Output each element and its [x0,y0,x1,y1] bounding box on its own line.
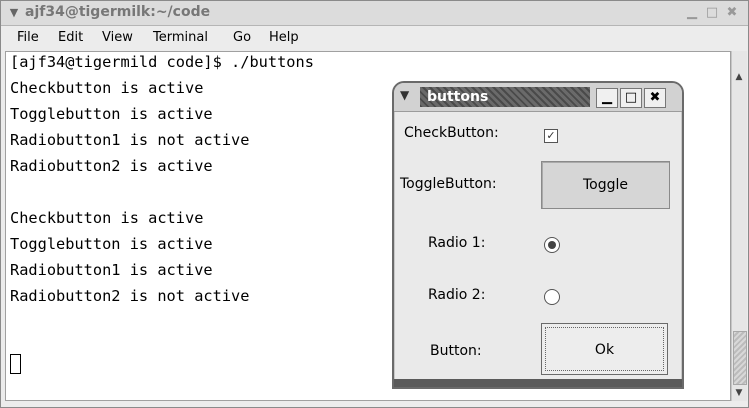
scrollbar-thumb[interactable] [733,331,747,385]
togglebutton-label: ToggleButton: [400,176,497,192]
menu-file[interactable]: File [17,30,39,45]
terminal-line: Checkbutton is active [10,79,204,97]
dialog-maximize-icon[interactable]: □ [620,88,642,108]
dialog-title: buttons [420,87,590,107]
menu-view[interactable]: View [102,30,133,45]
dialog-bottom-border [394,379,682,387]
toggle-button[interactable]: Toggle [541,161,670,209]
menu-edit[interactable]: Edit [58,30,83,45]
terminal-line: Togglebutton is active [10,105,213,123]
terminal-line: Togglebutton is active [10,235,213,253]
window-menu-icon[interactable]: ▼ [7,6,21,20]
radio-selected-dot [548,241,556,249]
checkbutton-label: CheckButton: [404,125,499,141]
window-titlebar[interactable]: ▼ ajf34@tigermilk:~/code ▁ □ ✖ [1,1,748,26]
vertical-scrollbar[interactable]: ▲ ▼ [731,51,747,401]
terminal-line: Radiobutton1 is active [10,261,213,279]
terminal-line: [ajf34@tigermild code]$ ./buttons [10,53,314,71]
minimize-icon[interactable]: ▁ [684,5,700,21]
ok-button[interactable]: Ok [541,323,668,375]
window-title: ajf34@tigermilk:~/code [25,4,211,20]
checkmark-icon: ✓ [546,129,556,142]
ok-button-label: Ok [545,327,664,371]
menu-go[interactable]: Go [233,30,251,45]
terminal-cursor [10,354,21,374]
menubar: File Edit View Terminal Go Help [1,26,748,50]
radio2-button[interactable] [544,289,560,305]
buttons-dialog: ▼ buttons ▁ □ ✖ CheckButton: ✓ ToggleBut… [392,81,684,389]
radio1-button[interactable] [544,237,560,253]
maximize-icon[interactable]: □ [704,5,720,21]
dialog-menu-icon[interactable]: ▼ [400,88,414,102]
checkbutton[interactable]: ✓ [544,129,558,143]
menu-help[interactable]: Help [269,30,299,45]
terminal-line: Radiobutton2 is not active [10,287,250,305]
radio2-label: Radio 2: [428,287,486,303]
close-icon[interactable]: ✖ [724,5,740,21]
terminal-line: Radiobutton1 is not active [10,131,250,149]
button-label: Button: [430,343,482,359]
terminal-line: Radiobutton2 is active [10,157,213,175]
scroll-down-icon[interactable]: ▼ [734,387,744,399]
terminal-line: Checkbutton is active [10,209,204,227]
dialog-titlebar[interactable]: ▼ buttons ▁ □ ✖ [394,83,682,112]
radio1-label: Radio 1: [428,235,486,251]
dialog-minimize-icon[interactable]: ▁ [596,88,618,108]
menu-terminal[interactable]: Terminal [153,30,208,45]
dialog-close-icon[interactable]: ✖ [644,88,666,108]
scroll-up-icon[interactable]: ▲ [734,71,744,83]
